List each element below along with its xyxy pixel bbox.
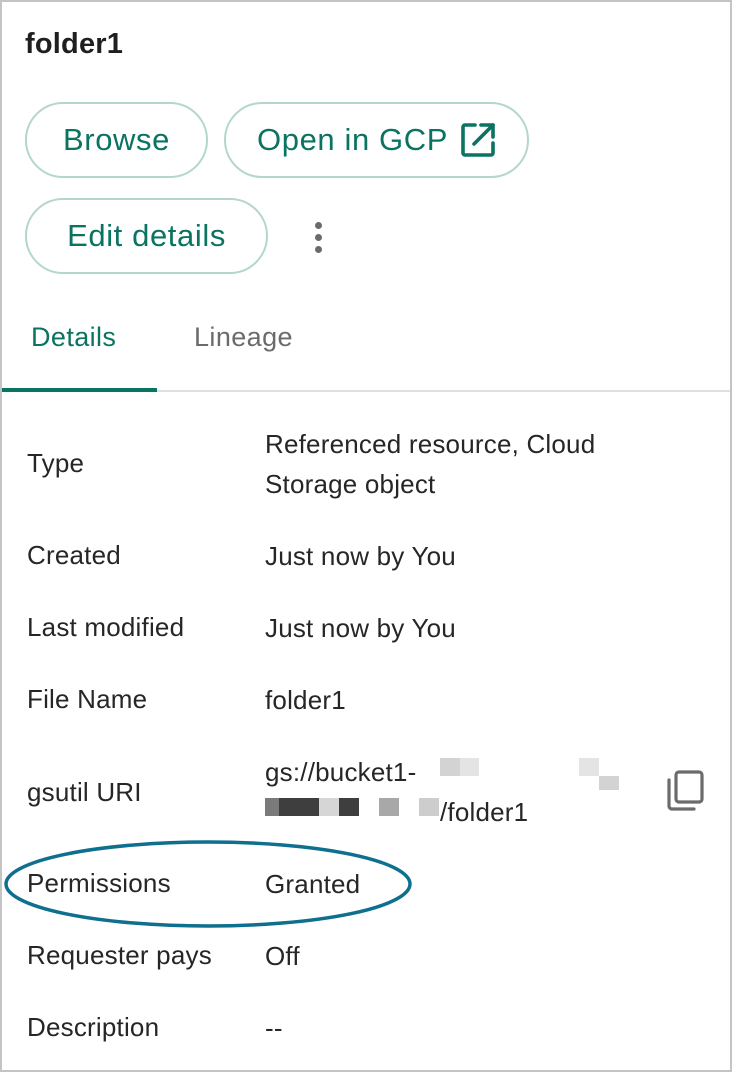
browse-button[interactable]: Browse <box>25 102 208 178</box>
open-in-new-icon <box>461 123 495 157</box>
more-vert-icon[interactable] <box>300 214 336 260</box>
created-label: Created <box>27 540 121 570</box>
tab-lineage[interactable]: Lineage <box>194 322 293 353</box>
created-value: Just now by You <box>265 541 456 571</box>
last-modified-label: Last modified <box>27 612 185 642</box>
last-modified-value: Just now by You <box>265 613 456 643</box>
panel-title: folder1 <box>25 28 124 60</box>
browse-button-label: Browse <box>63 122 170 157</box>
permissions-label: Permissions <box>27 868 171 898</box>
requester-pays-value: Off <box>265 941 300 971</box>
description-value: -- <box>265 1013 283 1043</box>
type-value-line1: Referenced resource, Cloud <box>265 429 596 459</box>
type-value: Referenced resource, Cloud Storage objec… <box>265 424 595 504</box>
edit-details-button[interactable]: Edit details <box>25 198 268 274</box>
permissions-value: Granted <box>265 869 361 899</box>
active-tab-indicator <box>2 388 157 392</box>
gsutil-uri-prefix: gs://bucket1- <box>265 757 417 787</box>
edit-details-label: Edit details <box>67 218 226 253</box>
tab-details[interactable]: Details <box>31 322 116 353</box>
description-label: Description <box>27 1012 160 1042</box>
type-value-line2: Storage object <box>265 469 436 499</box>
type-label: Type <box>27 448 85 478</box>
open-in-gcp-label: Open in GCP <box>257 122 448 157</box>
requester-pays-label: Requester pays <box>27 940 212 970</box>
gsutil-uri-label: gsutil URI <box>27 777 142 807</box>
copy-icon[interactable] <box>664 768 706 814</box>
gsutil-uri-suffix: /folder1 <box>440 797 529 827</box>
open-in-gcp-button[interactable]: Open in GCP <box>224 102 529 178</box>
file-name-value: folder1 <box>265 685 346 715</box>
tab-bar: Details Lineage <box>2 300 730 392</box>
file-name-label: File Name <box>27 684 148 714</box>
